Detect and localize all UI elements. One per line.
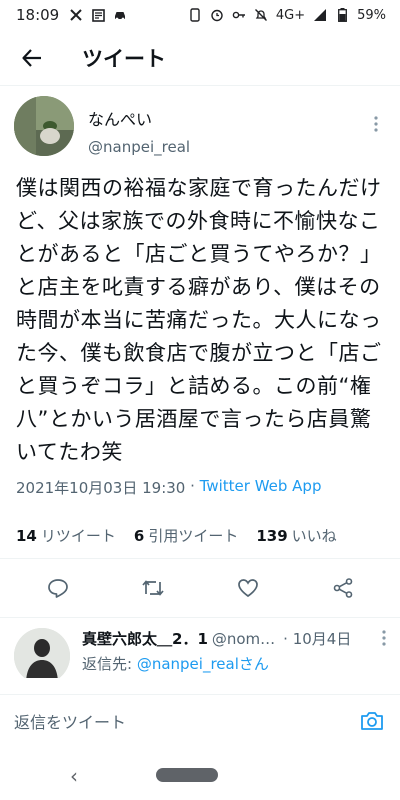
tweet-author-row: なんぺい @nanpei_real <box>0 96 400 162</box>
status-time: 18:09 <box>16 6 60 24</box>
arrow-left-icon <box>22 48 41 67</box>
reply-icon <box>47 579 68 598</box>
reply-to-line: 返信先: @nanpei_realさん <box>82 653 384 674</box>
tweet-stats: 14 リツイート 6 引用ツイート 139 いいね <box>0 512 400 558</box>
system-back-icon[interactable]: ‹ <box>70 764 78 788</box>
retweets-count: 14 <box>16 526 37 545</box>
reply-compose-bar[interactable]: 返信をツイート <box>0 694 400 746</box>
reply-author-name[interactable]: 真壁六郎太＿2．1 <box>82 628 208 649</box>
reply-to-mention[interactable]: @nanpei_realさん <box>137 655 269 673</box>
quotes-count: 6 <box>133 526 145 545</box>
tweet-source[interactable]: Twitter Web App <box>200 477 322 498</box>
status-bar: 18:09 4G+ 59% <box>0 0 400 30</box>
retweets-label: リツイート <box>40 526 116 545</box>
author-handle[interactable]: @nanpei_real <box>88 138 190 156</box>
more-vertical-icon <box>374 116 378 132</box>
alarm-icon <box>210 8 224 22</box>
retweets-stat[interactable]: 14 リツイート <box>16 525 116 546</box>
reply-button[interactable] <box>38 568 78 608</box>
app-header: ツイート <box>0 30 400 86</box>
tweet-more-button[interactable] <box>366 112 386 136</box>
reply-date: · 10月4日 <box>283 630 352 648</box>
tweet-actions <box>0 559 400 617</box>
reply-author-handle[interactable]: @nom… <box>212 630 275 648</box>
system-nav-bar: ‹ <box>0 752 400 800</box>
share-icon <box>333 578 352 598</box>
meta-separator: · <box>185 477 200 495</box>
reply-to-prefix: 返信先: <box>82 655 137 673</box>
tweet-datetime[interactable]: 2021年10月03日 19:30 <box>16 477 185 498</box>
heart-icon <box>237 579 258 598</box>
reply-tweet[interactable]: 真壁六郎太＿2．1 @nom… · 10月4日 返信先: @nanpei_rea… <box>0 618 400 678</box>
tweet-text: 僕は関西の裕福な家庭で育ったんだけど、父は家族での外食時に不愉快なことがあると「… <box>16 176 382 464</box>
author-display-name[interactable]: なんぺい <box>88 106 190 130</box>
page-title: ツイート <box>82 46 166 71</box>
like-button[interactable] <box>228 568 268 608</box>
mute-icon <box>254 8 268 22</box>
likes-count: 139 <box>256 526 288 545</box>
reply-more-button[interactable] <box>382 630 386 650</box>
news-icon <box>91 8 105 22</box>
back-button[interactable] <box>4 30 60 86</box>
signal-icon <box>313 8 327 22</box>
main-tweet: なんぺい @nanpei_real 僕は関西の裕福な家庭で育ったんだけど、父は家… <box>0 96 400 678</box>
car-icon <box>113 8 127 22</box>
nfc-icon <box>188 8 202 22</box>
retweet-icon <box>141 580 164 596</box>
home-pill[interactable] <box>156 768 218 782</box>
author-avatar[interactable] <box>14 96 74 156</box>
battery-level: 59% <box>357 7 386 23</box>
reply-avatar[interactable] <box>14 628 70 678</box>
notification-x-icon <box>69 8 83 22</box>
camera-button[interactable] <box>358 707 386 735</box>
reply-input[interactable]: 返信をツイート <box>14 709 358 733</box>
share-button[interactable] <box>323 568 363 608</box>
camera-icon <box>361 711 383 730</box>
retweet-button[interactable] <box>133 568 173 608</box>
likes-stat[interactable]: 139 いいね <box>256 525 336 546</box>
likes-label: いいね <box>291 526 337 545</box>
quotes-stat[interactable]: 6 引用ツイート <box>134 525 238 546</box>
battery-icon <box>335 8 349 22</box>
quotes-label: 引用ツイート <box>148 526 239 545</box>
key-icon <box>232 8 246 22</box>
network-type: 4G+ <box>275 7 306 23</box>
more-vertical-icon <box>382 630 386 646</box>
tweet-meta: 2021年10月03日 19:30 · Twitter Web App <box>16 477 384 498</box>
